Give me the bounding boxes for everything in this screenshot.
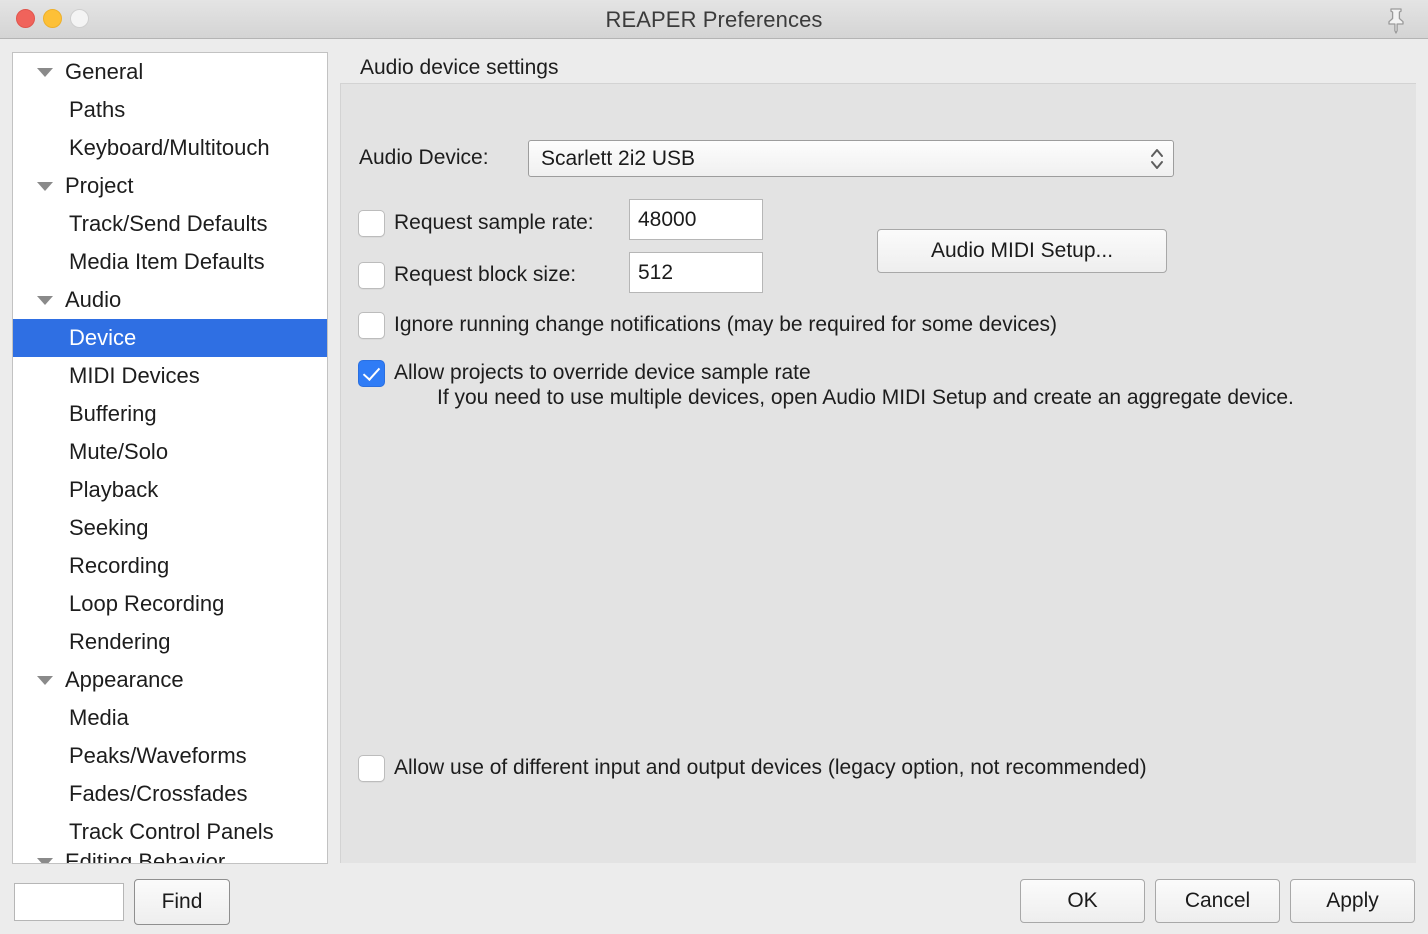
sidebar-item-loop-recording[interactable]: Loop Recording xyxy=(13,585,327,623)
sidebar-item-editing-behavior[interactable]: Editing Behavior xyxy=(13,851,327,864)
different-io-label: Allow use of different input and output … xyxy=(394,756,1147,779)
sidebar-item-label: Media Item Defaults xyxy=(69,249,265,274)
sidebar-item-label: Seeking xyxy=(69,515,149,540)
override-sample-rate-label: Allow projects to override device sample… xyxy=(394,361,811,384)
audio-device-label: Audio Device: xyxy=(359,146,489,169)
sidebar-item-label: Paths xyxy=(69,97,126,122)
disclosure-triangle-icon[interactable] xyxy=(37,68,53,77)
sidebar-item-label: Rendering xyxy=(69,629,171,654)
sidebar-item-track-control-panels[interactable]: Track Control Panels xyxy=(13,813,327,851)
override-sample-rate-checkbox[interactable] xyxy=(358,360,385,387)
block-size-input[interactable]: 512 xyxy=(629,252,763,293)
sidebar-item-label: Device xyxy=(69,325,137,350)
sidebar-item-label: Peaks/Waveforms xyxy=(69,743,247,768)
sidebar-item-label: Fades/Crossfades xyxy=(69,781,248,806)
preferences-window: REAPER Preferences General Paths Keyboard/… xyxy=(0,0,1428,934)
tree-list: General Paths Keyboard/Multitouch Project Tr… xyxy=(13,53,327,864)
sidebar-item-media-item-defaults[interactable]: Media Item Defaults xyxy=(13,243,327,281)
sidebar-item-project[interactable]: Project xyxy=(13,167,327,205)
sidebar-item-device[interactable]: Device xyxy=(13,319,327,357)
ignore-notifications-label: Ignore running change notifications (may… xyxy=(394,313,1058,336)
sidebar-item-keyboard-multitouch[interactable]: Keyboard/Multitouch xyxy=(13,129,327,167)
sidebar-item-label: Buffering xyxy=(69,401,157,426)
sidebar-item-label: Appearance xyxy=(65,667,184,692)
request-sample-rate-checkbox[interactable] xyxy=(358,210,385,237)
ignore-notifications-checkbox[interactable] xyxy=(358,312,385,339)
settings-panel: Audio device settings Audio Device: Scar… xyxy=(340,40,1416,863)
sidebar-item-fades-crossfades[interactable]: Fades/Crossfades xyxy=(13,775,327,813)
audio-device-value: Scarlett 2i2 USB xyxy=(541,147,696,170)
helper-text: If you need to use multiple devices, ope… xyxy=(437,386,1294,409)
sidebar-item-buffering[interactable]: Buffering xyxy=(13,395,327,433)
pushpin-icon[interactable] xyxy=(1380,4,1412,36)
sidebar-item-playback[interactable]: Playback xyxy=(13,471,327,509)
search-input[interactable] xyxy=(14,883,124,921)
sidebar-item-label: Recording xyxy=(69,553,170,578)
different-io-checkbox[interactable] xyxy=(358,755,385,782)
sidebar-item-mute-solo[interactable]: Mute/Solo xyxy=(13,433,327,471)
title-bar: REAPER Preferences xyxy=(0,0,1428,39)
sample-rate-value: 48000 xyxy=(638,208,697,231)
sidebar-item-midi-devices[interactable]: MIDI Devices xyxy=(13,357,327,395)
cancel-button[interactable]: Cancel xyxy=(1155,879,1280,923)
request-sample-rate-label: Request sample rate: xyxy=(394,211,594,234)
sidebar-item-label: Track/Send Defaults xyxy=(69,211,268,236)
audio-device-select[interactable]: Scarlett 2i2 USB xyxy=(528,140,1174,177)
bottom-bar: Find OK Cancel Apply xyxy=(0,866,1428,934)
sidebar-item-peaks-waveforms[interactable]: Peaks/Waveforms xyxy=(13,737,327,775)
request-block-size-label: Request block size: xyxy=(394,263,577,286)
disclosure-triangle-icon[interactable] xyxy=(37,296,53,305)
sidebar-item-track-send-defaults[interactable]: Track/Send Defaults xyxy=(13,205,327,243)
sidebar-item-label: Loop Recording xyxy=(69,591,225,616)
sidebar-item-label: MIDI Devices xyxy=(69,363,200,388)
sidebar-item-paths[interactable]: Paths xyxy=(13,91,327,129)
disclosure-triangle-icon[interactable] xyxy=(37,182,53,191)
preferences-category-tree[interactable]: General Paths Keyboard/Multitouch Project Tr… xyxy=(12,52,328,864)
chevron-updown-icon xyxy=(1149,146,1165,172)
sidebar-item-label: Media xyxy=(69,705,129,730)
ok-button[interactable]: OK xyxy=(1020,879,1145,923)
sidebar-item-label: Project xyxy=(65,173,134,198)
sample-rate-input[interactable]: 48000 xyxy=(629,199,763,240)
block-size-value: 512 xyxy=(638,261,674,284)
apply-button[interactable]: Apply xyxy=(1290,879,1415,923)
page-title: REAPER Preferences xyxy=(605,7,823,32)
sidebar-item-label: General xyxy=(65,59,144,84)
sidebar-item-appearance[interactable]: Appearance xyxy=(13,661,327,699)
sidebar-item-label: Keyboard/Multitouch xyxy=(69,135,270,160)
sidebar-item-media[interactable]: Media xyxy=(13,699,327,737)
section-title: Audio device settings xyxy=(360,56,559,79)
audio-midi-setup-button[interactable]: Audio MIDI Setup... xyxy=(877,229,1167,273)
sidebar-item-label: Mute/Solo xyxy=(69,439,169,464)
sidebar-item-general[interactable]: General xyxy=(13,53,327,91)
request-block-size-checkbox[interactable] xyxy=(358,262,385,289)
disclosure-triangle-icon[interactable] xyxy=(37,858,53,863)
sidebar-item-label: Playback xyxy=(69,477,159,502)
sidebar-item-audio[interactable]: Audio xyxy=(13,281,327,319)
sidebar-item-recording[interactable]: Recording xyxy=(13,547,327,585)
sidebar-item-rendering[interactable]: Rendering xyxy=(13,623,327,661)
sidebar-item-label: Track Control Panels xyxy=(69,819,274,844)
panel-body: Audio Device: Scarlett 2i2 USB Request s… xyxy=(340,83,1416,863)
sidebar-item-seeking[interactable]: Seeking xyxy=(13,509,327,547)
sidebar-item-label: Editing Behavior xyxy=(65,851,226,864)
find-button[interactable]: Find xyxy=(134,879,230,925)
disclosure-triangle-icon[interactable] xyxy=(37,676,53,685)
sidebar-item-label: Audio xyxy=(65,287,122,312)
